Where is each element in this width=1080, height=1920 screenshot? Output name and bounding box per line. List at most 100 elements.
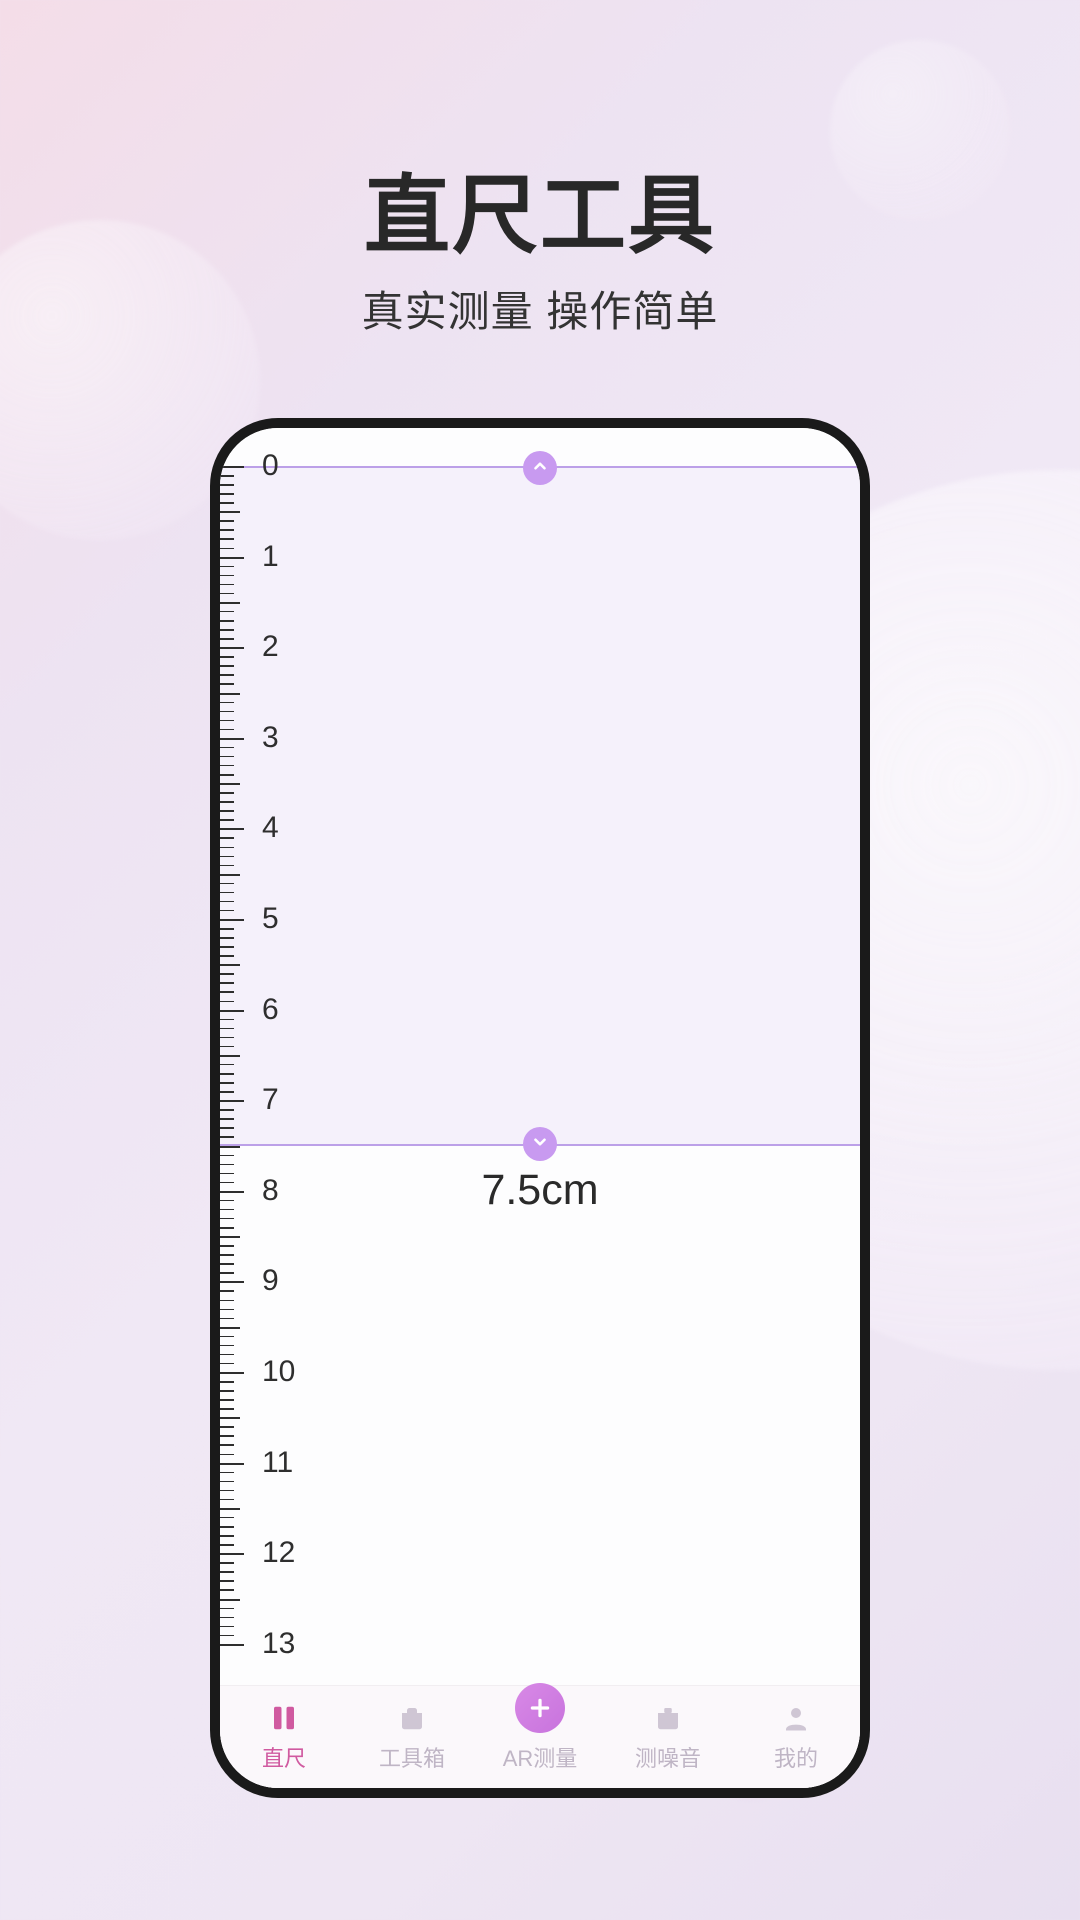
tick-minor: [220, 792, 234, 794]
tab-ruler[interactable]: 直尺: [220, 1686, 348, 1788]
selection-handle-bottom[interactable]: [523, 1127, 557, 1161]
tick-minor: [220, 548, 234, 550]
ruler-ticks: 012345678910111213: [220, 428, 340, 1685]
tick-minor: [220, 1426, 234, 1428]
tab-me[interactable]: 我的: [732, 1686, 860, 1788]
tick-minor: [220, 901, 234, 903]
tick-minor: [220, 1544, 234, 1546]
tick-minor: [220, 774, 234, 776]
tab-ar[interactable]: AR测量: [476, 1686, 604, 1788]
tick-minor: [220, 520, 234, 522]
tick-minor: [220, 964, 240, 966]
chevron-down-icon: [531, 1133, 549, 1156]
noise-icon: [651, 1701, 685, 1735]
tick-minor: [220, 946, 234, 948]
tick-minor: [220, 702, 234, 704]
tick-label: 11: [262, 1446, 293, 1480]
tick-minor: [220, 847, 234, 849]
tick-minor: [220, 602, 240, 604]
tick-minor: [220, 1354, 234, 1356]
tab-tools[interactable]: 工具箱: [348, 1686, 476, 1788]
tick-minor: [220, 1508, 240, 1510]
tick-minor: [220, 1272, 234, 1274]
tick-minor: [220, 620, 234, 622]
tick-minor: [220, 1626, 234, 1628]
plus-circle-icon: [515, 1683, 565, 1733]
tick-minor: [220, 1254, 234, 1256]
tick-minor: [220, 1064, 234, 1066]
tick-minor: [220, 783, 240, 785]
tick-minor: [220, 1082, 234, 1084]
tick-minor: [220, 611, 234, 613]
tick-minor: [220, 484, 234, 486]
chevron-up-icon: [531, 457, 549, 480]
tick-minor: [220, 1481, 234, 1483]
tick-minor: [220, 1608, 234, 1610]
tick-minor: [220, 493, 234, 495]
tick-label: 4: [262, 811, 279, 845]
tab-label: 工具箱: [379, 1741, 445, 1773]
tick-minor: [220, 837, 234, 839]
tick-minor: [220, 1454, 234, 1456]
tick-label: 2: [262, 630, 279, 664]
tick-minor: [220, 1209, 234, 1211]
tick-minor: [220, 874, 240, 876]
tick-main: [220, 1281, 244, 1283]
tick-label: 5: [262, 902, 279, 936]
ruler-icon: [267, 1701, 301, 1735]
tab-noise[interactable]: 测噪音: [604, 1686, 732, 1788]
tick-minor: [220, 584, 234, 586]
tick-main: [220, 466, 244, 468]
tick-main: [220, 919, 244, 921]
tick-minor: [220, 1309, 234, 1311]
tick-label: 12: [262, 1536, 295, 1570]
tick-minor: [220, 1290, 234, 1292]
selection-handle-top[interactable]: [523, 451, 557, 485]
tick-label: 0: [262, 449, 279, 483]
tick-main: [220, 557, 244, 559]
user-icon: [779, 1701, 813, 1735]
tick-main: [220, 1191, 244, 1193]
tick-minor: [220, 1327, 240, 1329]
ruler-area[interactable]: 012345678910111213 7.5cm: [220, 428, 860, 1685]
tick-minor: [220, 1236, 240, 1238]
tab-label: 我的: [774, 1741, 818, 1773]
tick-minor: [220, 865, 234, 867]
tick-minor: [220, 665, 234, 667]
tick-minor: [220, 711, 234, 713]
tick-label: 7: [262, 1083, 279, 1117]
tick-minor: [220, 1173, 234, 1175]
tick-minor: [220, 1517, 234, 1519]
tick-minor: [220, 656, 234, 658]
tick-minor: [220, 1345, 234, 1347]
tick-minor: [220, 566, 234, 568]
tick-label: 3: [262, 721, 279, 755]
tick-label: 13: [262, 1627, 295, 1661]
tick-minor: [220, 683, 234, 685]
tick-main: [220, 738, 244, 740]
tick-label: 9: [262, 1264, 279, 1298]
tick-minor: [220, 1490, 234, 1492]
tick-minor: [220, 1336, 234, 1338]
tick-minor: [220, 765, 234, 767]
tick-minor: [220, 801, 234, 803]
tick-minor: [220, 1200, 234, 1202]
tick-minor: [220, 529, 234, 531]
tick-minor: [220, 1444, 234, 1446]
tick-minor: [220, 1535, 234, 1537]
tick-minor: [220, 575, 234, 577]
tick-minor: [220, 1571, 234, 1573]
tick-minor: [220, 1155, 234, 1157]
tick-minor: [220, 856, 234, 858]
tick-minor: [220, 1435, 234, 1437]
tick-minor: [220, 883, 234, 885]
tick-main: [220, 1100, 244, 1102]
tick-minor: [220, 1055, 240, 1057]
tick-minor: [220, 910, 234, 912]
tick-minor: [220, 1046, 234, 1048]
measurement-value: 7.5cm: [481, 1166, 598, 1215]
tick-minor: [220, 1073, 234, 1075]
tick-main: [220, 1010, 244, 1012]
tick-minor: [220, 892, 234, 894]
tick-minor: [220, 720, 234, 722]
